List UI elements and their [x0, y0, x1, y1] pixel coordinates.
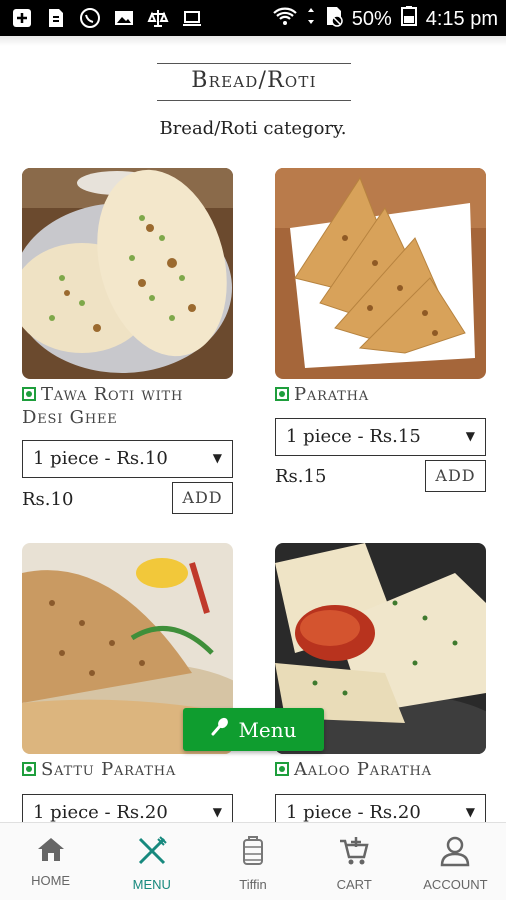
product-name[interactable]: Aaloo Paratha	[275, 758, 486, 781]
data-arrows-icon	[306, 5, 316, 33]
product-name[interactable]: Paratha	[275, 383, 486, 406]
quantity-select[interactable]: 1 piece - Rs.15 ▼	[275, 418, 486, 456]
veg-icon	[22, 387, 36, 401]
menu-fab-label: Menu	[238, 717, 297, 742]
product-card[interactable]: Tawa Roti with Desi Ghee	[22, 168, 233, 429]
add-button[interactable]: ADD	[425, 460, 486, 492]
product-image[interactable]	[22, 168, 233, 379]
user-icon	[439, 835, 471, 872]
category-title: Bread/Roti	[191, 68, 317, 93]
nav-label: CART	[336, 877, 372, 892]
whatsapp-icon	[78, 6, 102, 30]
tiffin-icon	[239, 835, 267, 872]
nav-label: ACCOUNT	[423, 877, 488, 892]
product-name[interactable]: Sattu Paratha	[22, 758, 233, 781]
image-icon	[112, 6, 136, 30]
cart-icon	[338, 835, 370, 872]
laptop-icon	[180, 6, 204, 30]
scale-icon	[146, 6, 170, 30]
bottom-navigation: HOME MENU Tiffin CART ACCOUNT	[0, 822, 506, 900]
battery-icon	[400, 5, 418, 33]
product-price: Rs.10	[22, 489, 74, 510]
nav-account[interactable]: ACCOUNT	[405, 823, 506, 900]
quantity-select[interactable]: 1 piece - Rs.10 ▼	[22, 440, 233, 478]
add-icon	[10, 6, 34, 30]
add-button[interactable]: ADD	[172, 482, 233, 514]
product-name[interactable]: Tawa Roti with Desi Ghee	[22, 383, 233, 429]
spoon-icon	[210, 717, 230, 742]
veg-icon	[275, 387, 289, 401]
fork-knife-icon	[136, 835, 168, 872]
dropdown-arrow-icon: ▼	[212, 451, 222, 465]
status-bar: 50% 4:15 pm	[0, 0, 506, 36]
veg-icon	[275, 762, 289, 776]
home-icon	[36, 835, 66, 868]
nav-tiffin[interactable]: Tiffin	[202, 823, 303, 900]
category-title-box: Bread/Roti	[157, 63, 351, 101]
dropdown-arrow-icon: ▼	[465, 429, 475, 443]
sim-card-icon	[44, 6, 68, 30]
product-card[interactable]: Paratha	[275, 168, 486, 406]
wifi-icon	[272, 5, 298, 33]
toolbar-shadow	[0, 36, 506, 46]
nav-label: HOME	[31, 873, 71, 888]
veg-icon	[22, 762, 36, 776]
nav-home[interactable]: HOME	[0, 823, 101, 900]
product-image[interactable]	[275, 168, 486, 379]
nav-cart[interactable]: CART	[304, 823, 405, 900]
notification-icons	[10, 6, 204, 30]
nav-label: Tiffin	[239, 877, 267, 892]
system-status: 50% 4:15 pm	[272, 5, 498, 33]
nav-menu[interactable]: MENU	[101, 823, 202, 900]
no-sim-icon	[324, 5, 344, 33]
category-description: Bread/Roti category.	[159, 118, 347, 139]
menu-fab-button[interactable]: Menu	[183, 708, 324, 751]
nav-label: MENU	[132, 877, 171, 892]
battery-percent: 50%	[351, 7, 392, 30]
product-price: Rs.15	[275, 466, 327, 487]
clock: 4:15 pm	[425, 7, 498, 30]
